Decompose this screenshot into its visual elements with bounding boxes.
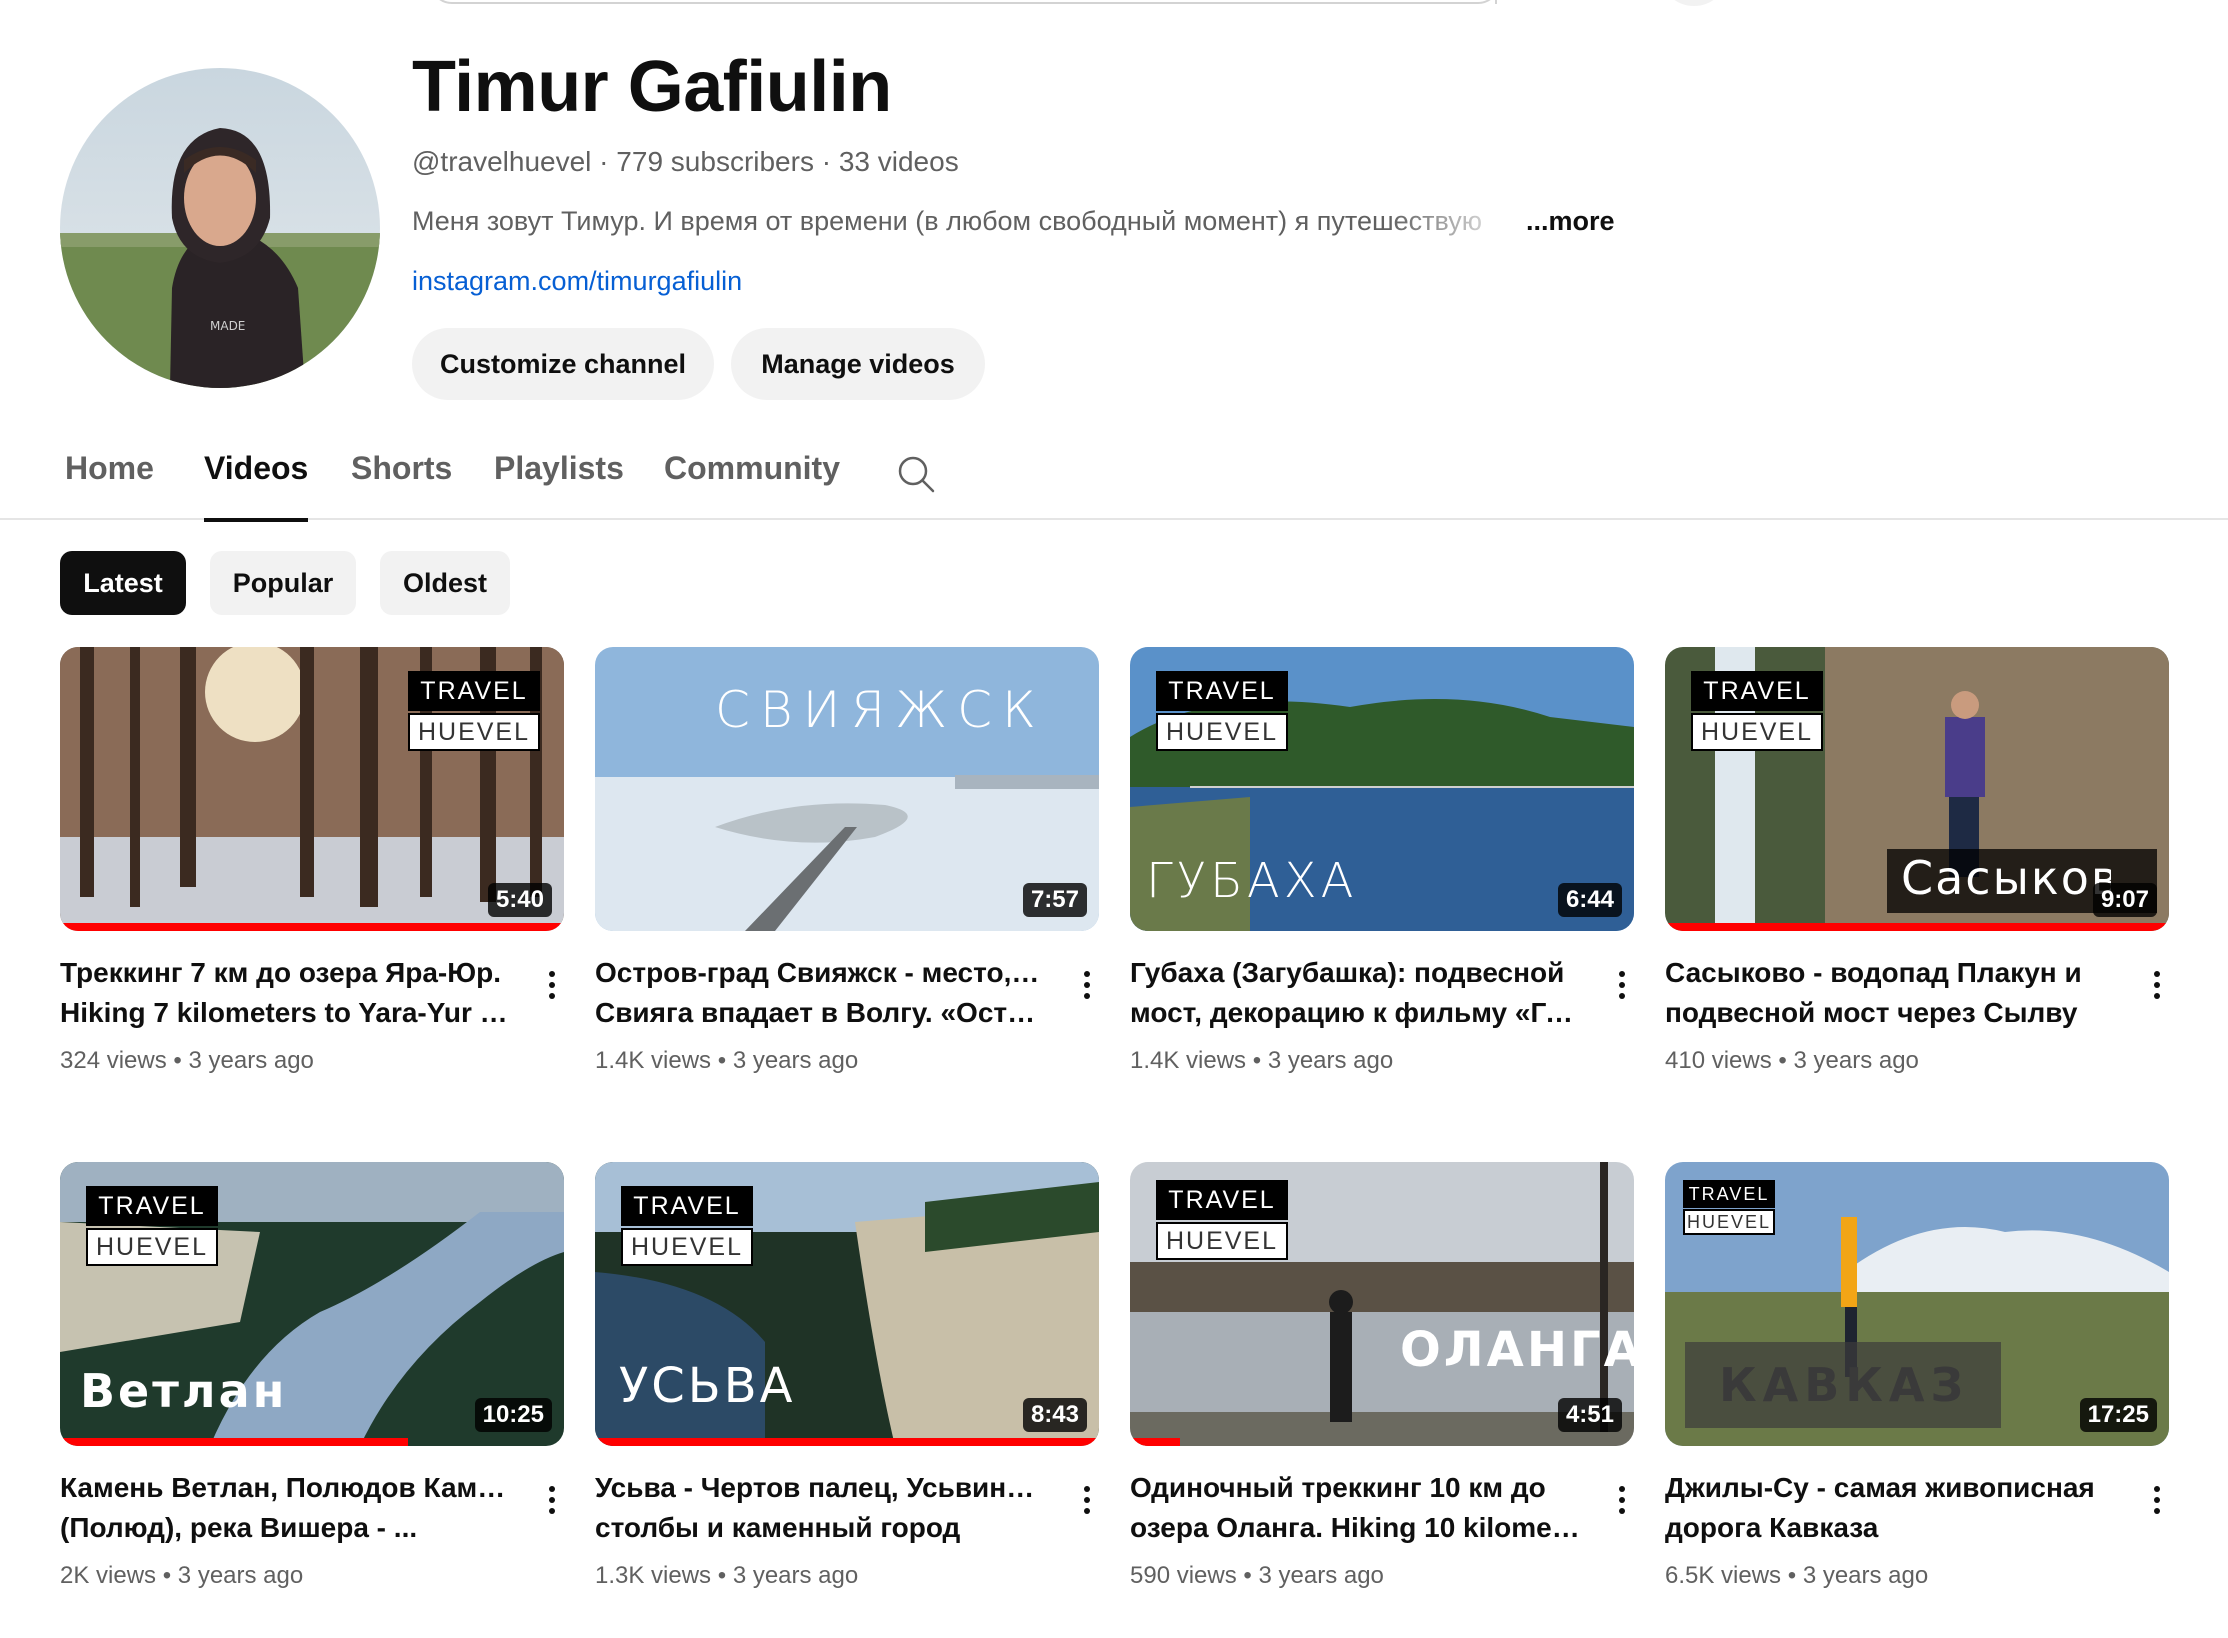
video-thumbnail[interactable]: TRAVELHUEVEL Сасыково 9:07 — [1665, 647, 2169, 931]
thumbnail-overlay-text: КАВКАЗ — [1719, 1358, 1970, 1412]
video-thumbnail[interactable]: TRAVEL HUEVEL ОЛАНГА 4:51 — [1130, 1162, 1634, 1446]
thumbnail-overlay-text: Ветлан — [80, 1364, 288, 1418]
more-vert-icon[interactable] — [1610, 1480, 1634, 1520]
video-meta: 2K views • 3 years ago — [60, 1562, 304, 1589]
thumbnail-overlay-text: УСЬВА — [619, 1358, 796, 1414]
video-duration: 9:07 — [2092, 883, 2157, 917]
top-bar — [0, 0, 2228, 8]
video-title[interactable]: Остров-град Свияжск - место, где Свияга в… — [595, 953, 1045, 1033]
voice-search-button[interactable] — [1665, 0, 1723, 6]
thumbnail-overlay-text: Сасыково — [1901, 851, 2111, 905]
video-title[interactable]: Сасыково - водопад Плакун и подвесной мос… — [1665, 953, 2115, 1033]
chip-latest[interactable]: Latest — [60, 551, 186, 615]
channel-description[interactable]: Меня зовут Тимур. И время от времени (в … — [412, 206, 1632, 237]
video-thumbnail[interactable]: TRAVEL HUEVEL УСЬВА 8:43 — [595, 1162, 1099, 1446]
video-card[interactable]: TRAVEL HUEVEL 5:40 Треккинг 7 км до озера… — [60, 647, 564, 1075]
video-duration: 4:51 — [1557, 1398, 1622, 1432]
svg-text:MADE: MADE — [210, 319, 245, 333]
customize-channel-button[interactable]: Customize channel — [412, 328, 714, 400]
watch-progress-bar — [60, 923, 564, 931]
channel-brand-logo: TRAVEL HUEVEL — [621, 1186, 753, 1268]
more-vert-icon[interactable] — [2145, 965, 2169, 1005]
video-count: 33 videos — [838, 146, 959, 177]
video-title[interactable]: Усьва - Чертов палец, Усьвинские столбы и… — [595, 1468, 1045, 1548]
video-duration: 7:57 — [1022, 883, 1087, 917]
video-meta: 410 views • 3 years ago — [1665, 1047, 1919, 1074]
channel-avatar[interactable]: MADE — [60, 68, 380, 388]
channel-brand-logo: TRAVEL HUEVEL — [408, 671, 540, 753]
more-vert-icon[interactable] — [1075, 965, 1099, 1005]
video-duration: 17:25 — [2079, 1398, 2157, 1432]
more-vert-icon[interactable] — [1610, 965, 1634, 1005]
video-thumbnail[interactable]: TRAVEL HUEVEL ГУБАХА 6:44 — [1130, 647, 1634, 931]
video-card[interactable]: TRAVEL HUEVEL Ветлан 10:25 Камень Ветлан,… — [60, 1162, 564, 1590]
tab-community[interactable]: Community — [664, 450, 840, 520]
search-divider — [1495, 0, 1497, 4]
video-duration: 6:44 — [1557, 883, 1622, 917]
channel-brand-logo: TRAVEL HUEVEL — [1691, 671, 1823, 753]
video-title[interactable]: Джилы-Су - самая живописная дорога Кавказ… — [1665, 1468, 2115, 1548]
video-title[interactable]: Губаха (Загубашка): подвесной мост, декор… — [1130, 953, 1580, 1033]
channel-brand-logo: TRAVEL HUEVEL — [86, 1186, 218, 1268]
description-text: Меня зовут Тимур. И время от времени (в … — [412, 206, 1483, 236]
meta-separator: · — [591, 146, 617, 177]
tab-playlists[interactable]: Playlists — [494, 450, 624, 520]
watch-progress-bar — [1130, 1438, 1181, 1446]
video-card[interactable]: TRAVEL HUEVEL ОЛАНГА 4:51 Одиночный трекк… — [1130, 1162, 1634, 1590]
more-vert-icon[interactable] — [2145, 1480, 2169, 1520]
video-card[interactable]: TRAVEL HUEVEL УСЬВА 8:43 Усьва - Чертов п… — [595, 1162, 1099, 1590]
channel-meta: @travelhuevel · 779 subscribers · 33 vid… — [412, 146, 959, 178]
channel-tabs: Home Videos Shorts Playlists Community — [0, 440, 2228, 522]
channel-handle: @travelhuevel — [412, 146, 592, 177]
video-title[interactable]: Камень Ветлан, Полюдов Камень (Полюд), ре… — [60, 1468, 510, 1548]
video-meta: 1.4K views • 3 years ago — [595, 1047, 859, 1074]
more-vert-icon[interactable] — [1075, 1480, 1099, 1520]
tab-videos[interactable]: Videos — [204, 450, 309, 522]
chip-popular[interactable]: Popular — [210, 551, 356, 615]
video-card[interactable]: СВИЯЖСК 7:57 Остров-град Свияжск - место… — [595, 647, 1099, 1075]
video-thumbnail[interactable]: TRAVEL HUEVEL Ветлан 10:25 — [60, 1162, 564, 1446]
search-input[interactable] — [430, 0, 1500, 4]
tab-home[interactable]: Home — [65, 450, 154, 520]
channel-name: Timur Gafiulin — [412, 47, 892, 127]
video-meta: 590 views • 3 years ago — [1130, 1562, 1384, 1589]
video-meta: 1.4K views • 3 years ago — [1130, 1047, 1394, 1074]
video-meta: 324 views • 3 years ago — [60, 1047, 314, 1074]
video-title[interactable]: Треккинг 7 км до озера Яра-Юр. Hiking 7 k… — [60, 953, 510, 1033]
video-thumbnail[interactable]: TRAVEL HUEVEL 5:40 — [60, 647, 564, 931]
channel-brand-logo: TRAVEL HUEVEL — [1156, 1180, 1288, 1262]
video-thumbnail[interactable]: СВИЯЖСК 7:57 — [595, 647, 1099, 931]
video-meta: 1.3K views • 3 years ago — [595, 1562, 859, 1589]
tab-shorts[interactable]: Shorts — [351, 450, 452, 520]
search-icon[interactable] — [896, 454, 936, 494]
video-card[interactable]: TRAVELHUEVEL Сасыково 9:07 Сасыково - во… — [1665, 647, 2169, 1075]
video-title[interactable]: Одиночный треккинг 10 км до озера Оланга.… — [1130, 1468, 1580, 1548]
video-meta: 6.5K views • 3 years ago — [1665, 1562, 1929, 1589]
more-vert-icon[interactable] — [540, 965, 564, 1005]
video-card[interactable]: TRAVEL HUEVEL ГУБАХА 6:44 Губаха (Загубаш… — [1130, 647, 1634, 1075]
video-card[interactable]: TRAVEL HUEVEL КАВКАЗ 17:25 Джилы-Су - сам… — [1665, 1162, 2169, 1590]
channel-brand-logo: TRAVEL HUEVEL — [1683, 1180, 1775, 1236]
chip-oldest[interactable]: Oldest — [380, 551, 510, 615]
thumbnail-overlay-text: ОЛАНГА — [1400, 1322, 1634, 1378]
subscriber-count: 779 subscribers — [616, 146, 814, 177]
channel-brand-logo: TRAVEL HUEVEL — [1156, 671, 1288, 753]
meta-separator: · — [813, 146, 839, 177]
watch-progress-bar — [595, 1438, 1099, 1446]
more-link[interactable]: ...more — [1526, 206, 1615, 237]
watch-progress-bar — [1665, 923, 2169, 931]
video-duration: 10:25 — [474, 1398, 552, 1432]
video-duration: 8:43 — [1022, 1398, 1087, 1432]
video-duration: 5:40 — [487, 883, 552, 917]
video-thumbnail[interactable]: TRAVEL HUEVEL КАВКАЗ 17:25 — [1665, 1162, 2169, 1446]
more-vert-icon[interactable] — [540, 1480, 564, 1520]
thumbnail-overlay-text: СВИЯЖСК — [715, 681, 1046, 739]
channel-link[interactable]: instagram.com/timurgafiulin — [412, 266, 742, 297]
manage-videos-button[interactable]: Manage videos — [731, 328, 985, 400]
thumbnail-overlay-text: ГУБАХА — [1146, 853, 1358, 909]
watch-progress-bar — [60, 1438, 408, 1446]
